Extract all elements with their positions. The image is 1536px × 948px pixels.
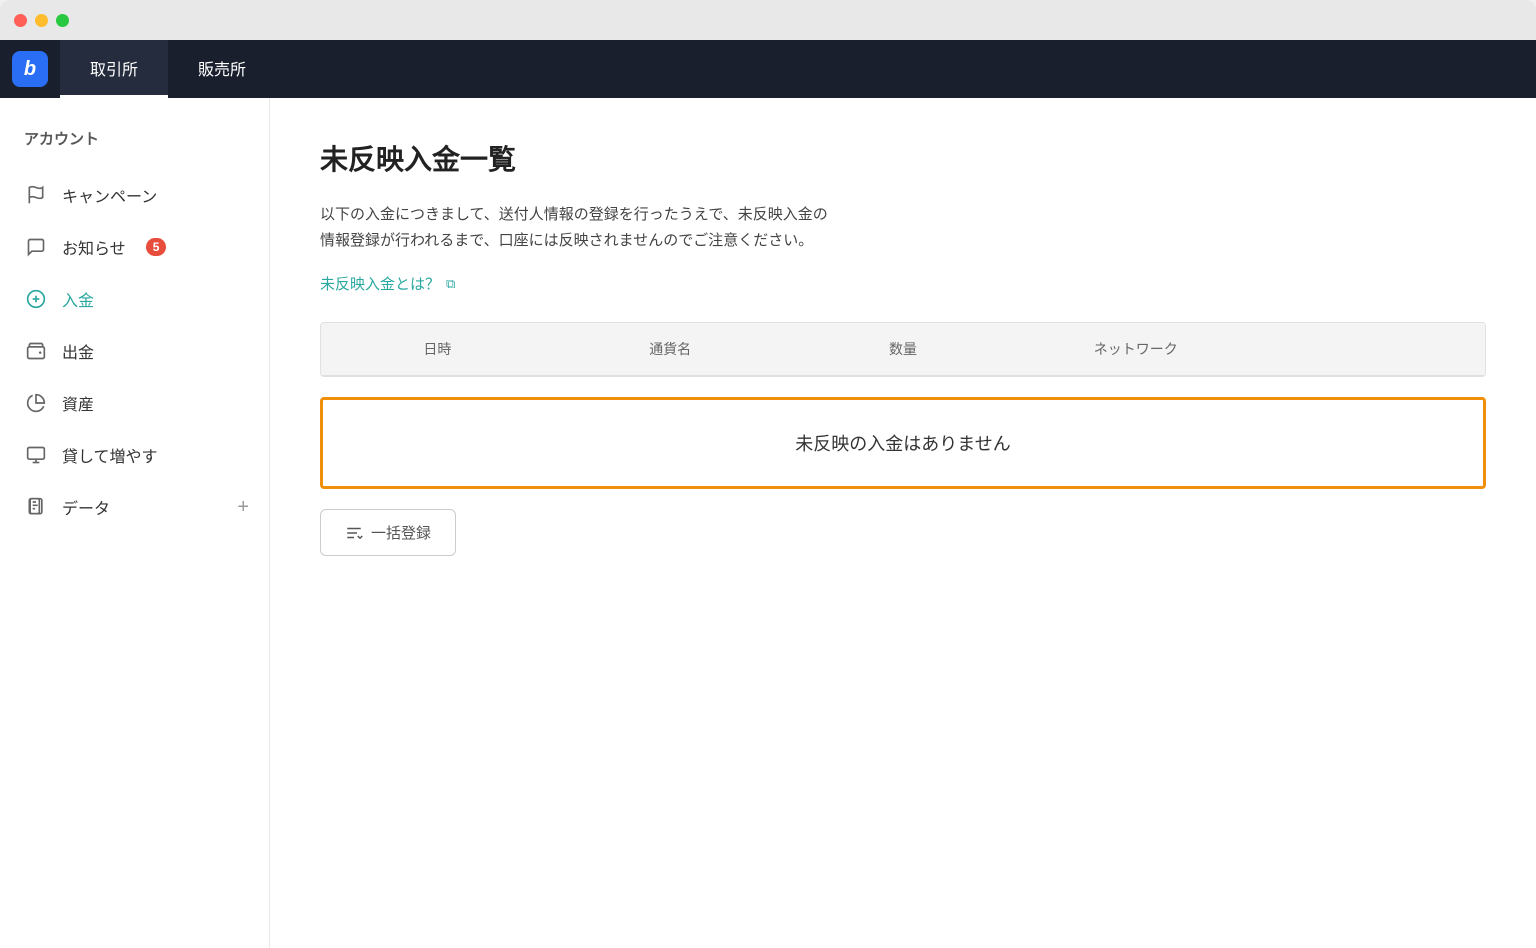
col-network: ネットワーク [1019,323,1252,375]
plus-circle-icon [24,287,48,311]
description-text: 以下の入金につきまして、送付人情報の登録を行ったうえで、未反映入金の 情報登録が… [320,202,1486,253]
page-title: 未反映入金一覧 [320,138,1486,178]
sidebar-item-deposit[interactable]: 入金 [0,273,269,325]
close-button[interactable] [14,14,27,27]
sidebar-item-campaign[interactable]: キャンペーン [0,169,269,221]
sidebar-item-lend[interactable]: 貸して増やす [0,429,269,481]
flag-icon [24,183,48,207]
nav-tab-exchange[interactable]: 取引所 [60,40,168,98]
col-amount: 数量 [787,323,1020,375]
batch-register-icon [345,524,363,542]
monitor-icon [24,443,48,467]
col-currency: 通貨名 [554,323,787,375]
col-datetime: 日時 [321,323,554,375]
window-chrome [0,0,1536,40]
main-area: アカウント キャンペーン お知らせ 5 [0,98,1536,948]
sidebar-item-data[interactable]: データ + [0,481,269,533]
main-content: 未反映入金一覧 以下の入金につきまして、送付人情報の登録を行ったうえで、未反映入… [270,98,1536,948]
data-plus-icon[interactable]: + [237,496,249,519]
message-icon [24,235,48,259]
nav-tab-shop[interactable]: 販売所 [168,40,276,98]
sidebar-item-withdraw[interactable]: 出金 [0,325,269,377]
sidebar-section-title: アカウント [0,128,269,169]
pie-chart-icon [24,391,48,415]
batch-register-button[interactable]: 一括登録 [320,509,456,556]
table-header: 日時 通貨名 数量 ネットワーク [321,323,1485,376]
sidebar-item-assets[interactable]: 資産 [0,377,269,429]
external-link-icon: ⧉ [446,276,455,292]
news-badge: 5 [146,238,167,256]
nav-logo: b [0,40,60,98]
app-wrapper: b 取引所 販売所 アカウント キャンペーン [0,40,1536,948]
sidebar: アカウント キャンペーン お知らせ 5 [0,98,270,948]
top-nav: b 取引所 販売所 [0,40,1536,98]
empty-state-row: 未反映の入金はありません [320,397,1486,489]
wallet-icon [24,339,48,363]
sidebar-item-news[interactable]: お知らせ 5 [0,221,269,273]
file-icon [24,495,48,519]
logo-icon: b [12,51,48,87]
data-table: 日時 通貨名 数量 ネットワーク [320,322,1486,377]
maximize-button[interactable] [56,14,69,27]
batch-register-area: 一括登録 [320,509,1486,556]
minimize-button[interactable] [35,14,48,27]
info-link[interactable]: 未反映入金とは？ ⧉ [320,273,455,294]
